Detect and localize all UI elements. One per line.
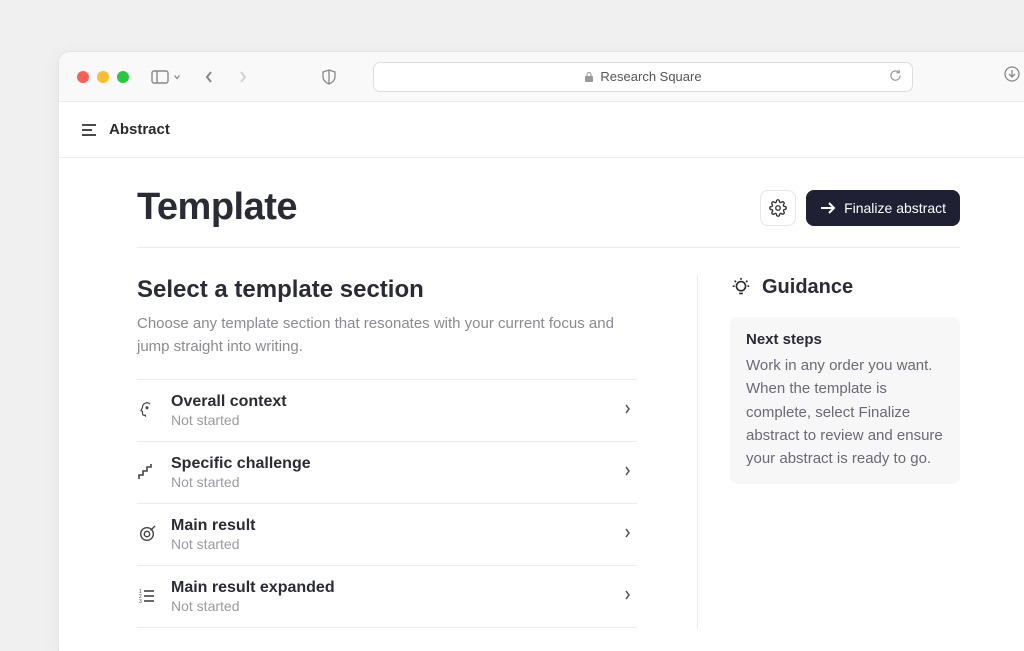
template-list: Overall context Not started [137,379,637,628]
sidebar-icon [151,70,169,84]
guidance-title: Guidance [762,276,853,299]
item-status: Not started [171,536,610,552]
downloads-button[interactable] [1004,66,1020,87]
chevron-right-icon [624,525,631,543]
page-content: Template Finalize abstract [59,158,1024,628]
template-item-specific-challenge[interactable]: Specific challenge Not started [137,442,637,504]
section-description: Choose any template section that resonat… [137,312,637,359]
gear-icon [769,199,787,217]
item-status: Not started [171,598,610,614]
chevron-right-icon [624,401,631,419]
steps-icon [137,463,157,481]
window-minimize-button[interactable] [97,71,109,83]
finalize-button[interactable]: Finalize abstract [806,190,960,226]
item-title: Main result [171,517,610,535]
lock-icon [584,71,594,83]
two-column-layout: Select a template section Choose any tem… [137,276,960,628]
url-text: Research Square [600,69,701,84]
svg-text:3: 3 [139,599,142,605]
template-item-main-result-expanded[interactable]: 1 2 3 Main result expanded Not started [137,566,637,628]
item-status: Not started [171,474,610,490]
template-item-overall-context[interactable]: Overall context Not started [137,380,637,442]
traffic-lights [77,71,129,83]
finalize-label: Finalize abstract [844,200,946,216]
menu-icon [81,123,97,137]
item-body: Main result Not started [171,517,610,552]
sidebar-toggle-button[interactable] [151,70,181,84]
item-body: Main result expanded Not started [171,579,610,614]
item-title: Overall context [171,393,610,411]
download-icon [1004,66,1020,82]
browser-window: Research Square [58,51,1024,651]
title-row: Template Finalize abstract [137,186,960,248]
title-actions: Finalize abstract [760,190,960,226]
guidance-card-body: Work in any order you want. When the tem… [746,354,944,470]
arrow-right-icon [820,201,836,215]
chevron-right-icon [624,463,631,481]
template-item-main-result[interactable]: Main result Not started [137,504,637,566]
breadcrumb: Abstract [109,121,170,138]
shield-icon [322,69,336,85]
reload-icon [889,69,902,82]
item-body: Specific challenge Not started [171,455,610,490]
item-title: Main result expanded [171,579,610,597]
chevron-down-icon [173,73,181,81]
browser-chrome-bar: Research Square [59,52,1024,102]
chevron-right-icon [624,587,631,605]
nav-arrows [201,69,251,85]
window-close-button[interactable] [77,71,89,83]
lightbulb-icon [730,277,752,299]
guidance-panel: Guidance Next steps Work in any order yo… [697,276,960,628]
section-title: Select a template section [137,276,637,304]
template-selection-panel: Select a template section Choose any tem… [137,276,697,628]
browser-right-actions [1004,66,1020,87]
item-title: Specific challenge [171,455,610,473]
list-ordered-icon: 1 2 3 [137,587,157,605]
target-icon [137,525,157,543]
guidance-card: Next steps Work in any order you want. W… [730,317,960,484]
head-icon [137,401,157,419]
settings-button[interactable] [760,190,796,226]
url-bar[interactable]: Research Square [373,62,913,92]
privacy-shield-button[interactable] [319,69,339,85]
item-body: Overall context Not started [171,393,610,428]
guidance-header: Guidance [730,276,960,299]
guidance-card-title: Next steps [746,331,944,348]
reload-button[interactable] [889,69,902,85]
window-fullscreen-button[interactable] [117,71,129,83]
page-header: Abstract [59,102,1024,158]
chevron-left-icon [204,70,214,84]
menu-button[interactable] [81,123,97,137]
chevron-right-icon [238,70,248,84]
item-status: Not started [171,412,610,428]
nav-back-button[interactable] [201,69,217,85]
nav-forward-button[interactable] [235,69,251,85]
page-title: Template [137,186,297,229]
